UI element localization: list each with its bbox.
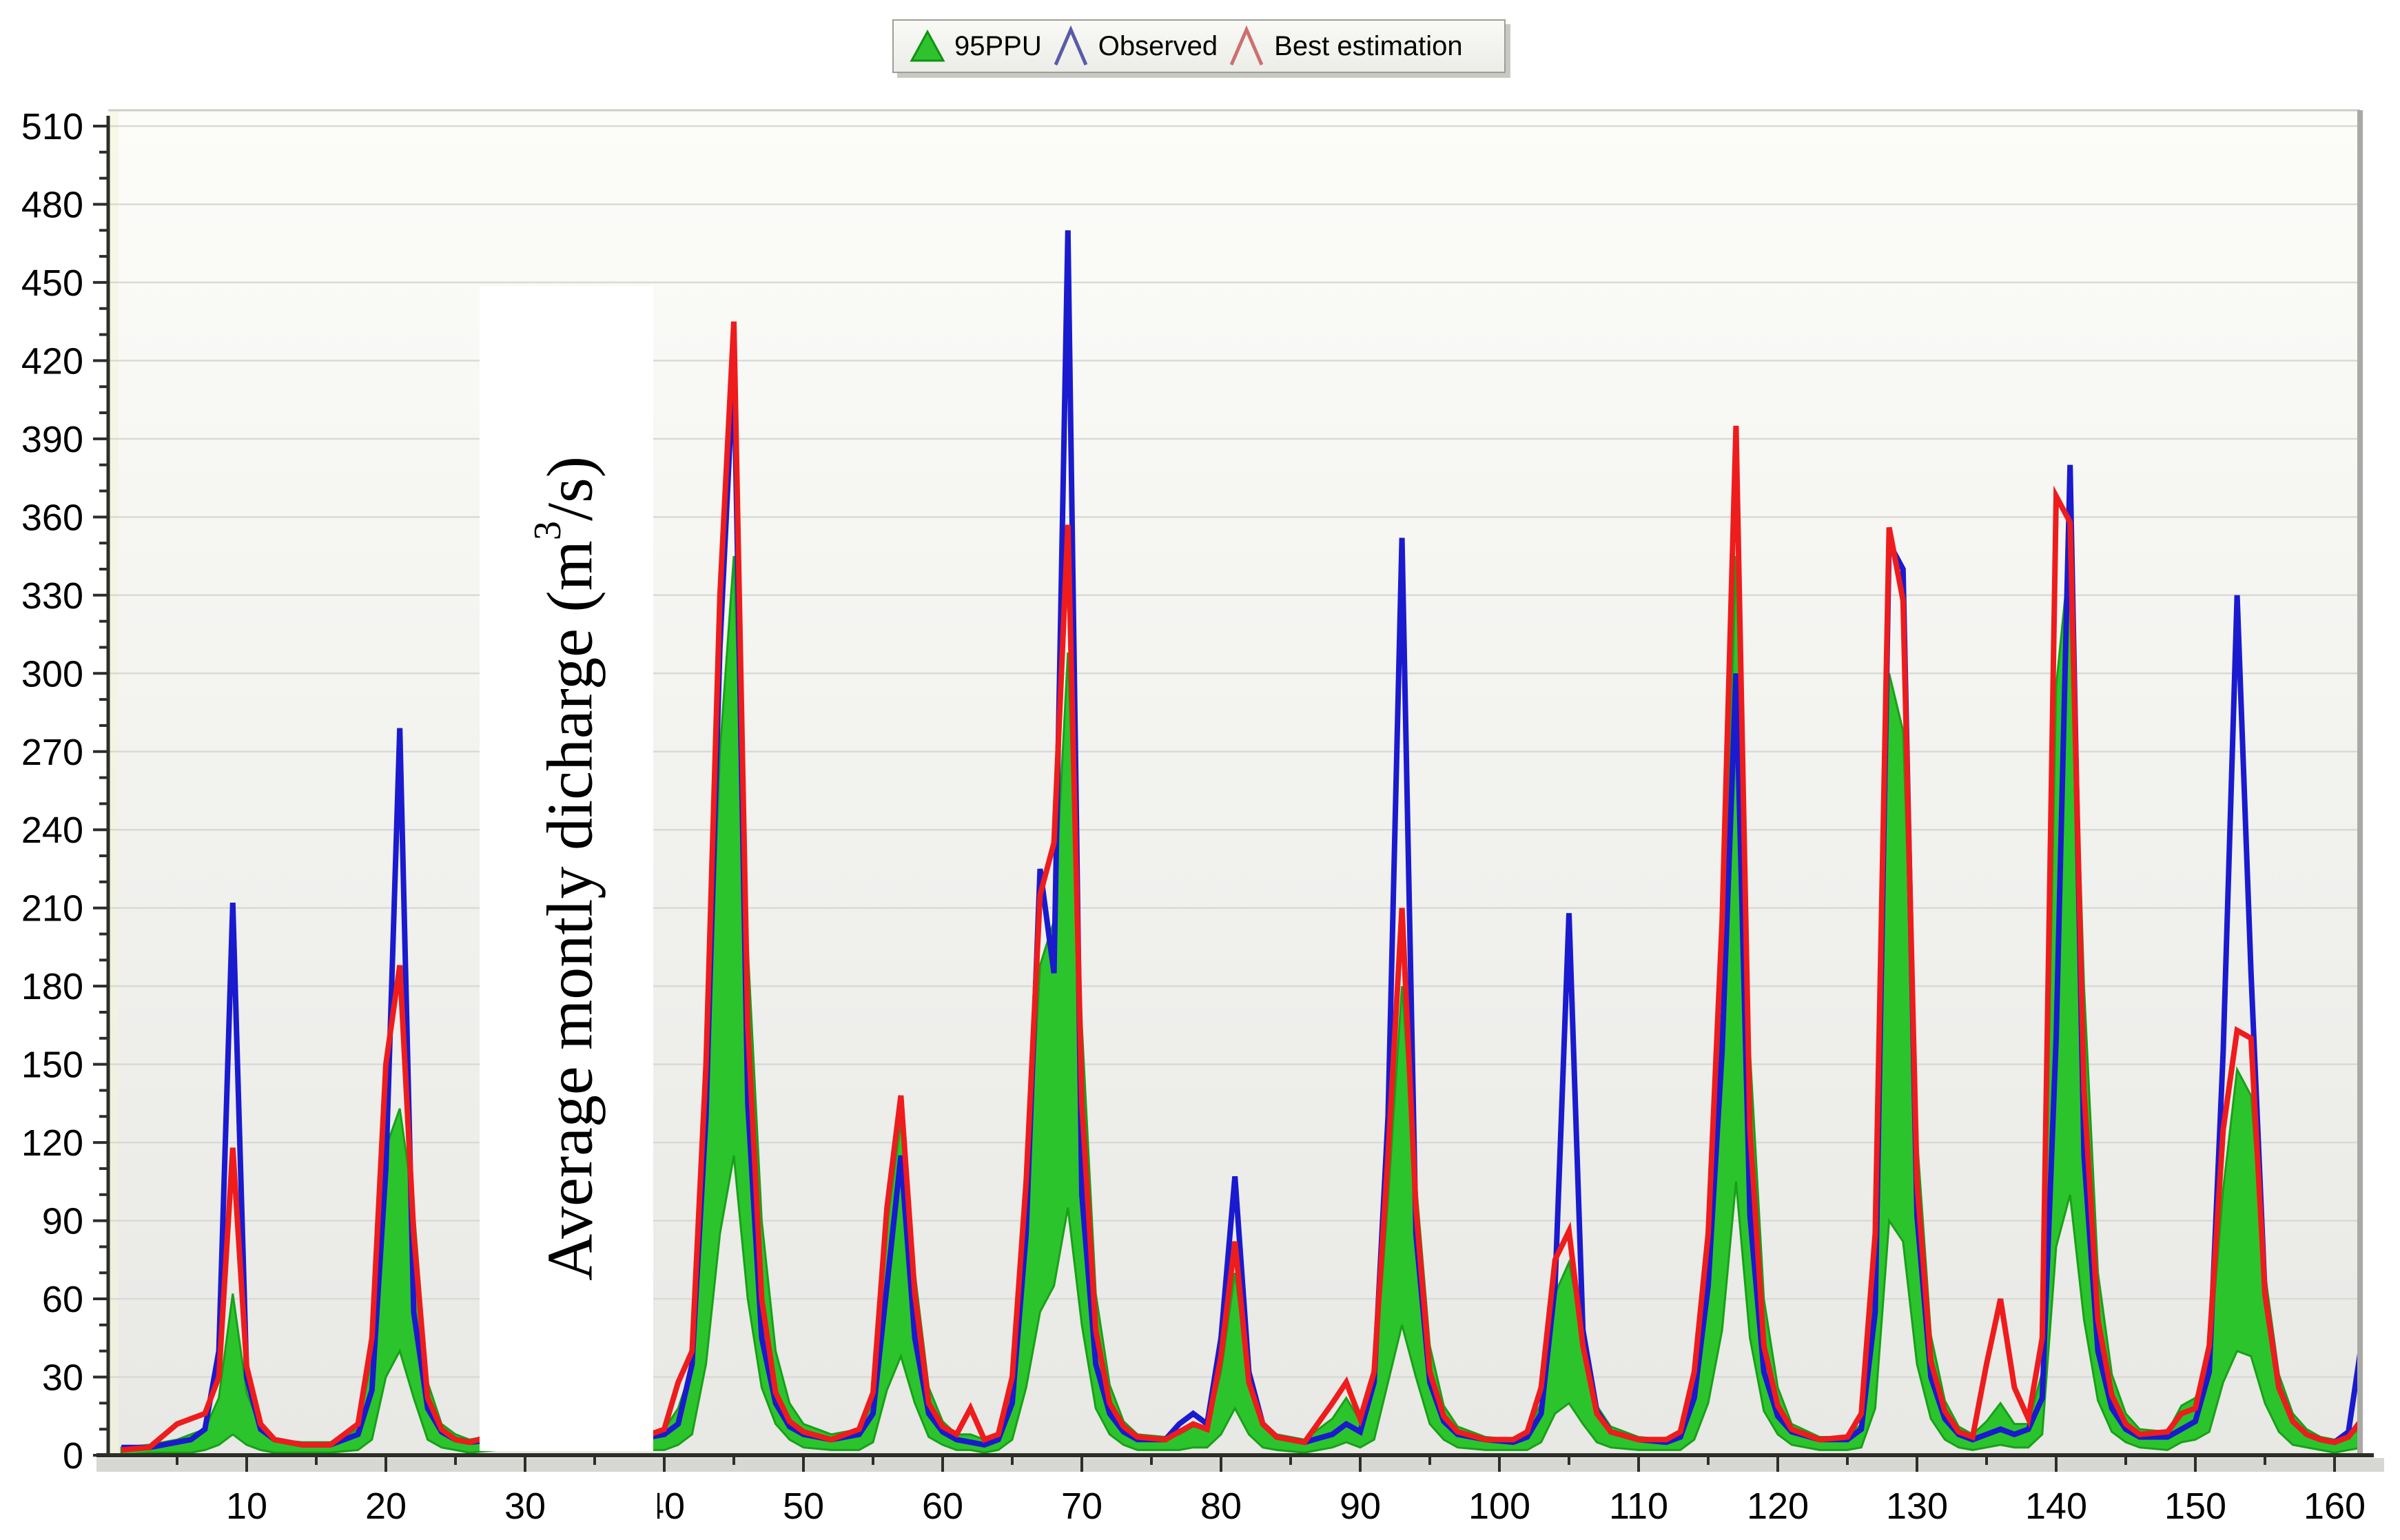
y-tick-label: 510 — [21, 106, 83, 147]
legend-item-best-estimation: Best estimation — [1227, 25, 1462, 67]
label-clip-patch — [634, 1475, 657, 1530]
y-tick-group: 0 30 60 90 120 150 180 210 240 270 300 330 360 390 420… — [21, 106, 108, 1477]
x-tick-label: 130 — [1886, 1486, 1948, 1527]
y-tick-label: 180 — [21, 966, 83, 1007]
legend-item-observed: Observed — [1052, 25, 1218, 67]
x-tick-label: 70 — [1061, 1486, 1102, 1527]
axis-shadow-band — [96, 1458, 2384, 1472]
x-tick-label: 80 — [1200, 1486, 1242, 1527]
y-tick-label: 0 — [63, 1435, 83, 1477]
y-tick-label: 300 — [21, 653, 83, 695]
y-tick-label: 450 — [21, 263, 83, 304]
chart-window: 0306090120150180210240270300330360390420… — [0, 0, 2400, 1540]
x-tick-label: 60 — [922, 1486, 963, 1527]
legend-label: Observed — [1098, 31, 1218, 62]
y-tick-label: 240 — [21, 810, 83, 851]
observed-caret-icon — [1052, 25, 1090, 67]
ppu-band-icon — [909, 29, 946, 63]
legend: 95PPU Observed Best estimation — [892, 19, 1506, 73]
y-tick-label: 150 — [21, 1045, 83, 1086]
plot-left-tint — [110, 110, 119, 1455]
y-tick-label: 270 — [21, 732, 83, 773]
y-tick-label: 480 — [21, 184, 83, 225]
y-tick-label: 420 — [21, 340, 83, 382]
y-axis-title-suffix: /s) — [534, 456, 606, 521]
best-estimation-caret-icon — [1227, 25, 1266, 67]
x-tick-label: 140 — [2025, 1486, 2087, 1527]
y-axis-title: Average montly dicharge (m3/s) — [526, 456, 607, 1281]
x-tick-label: 150 — [2164, 1486, 2226, 1527]
x-tick-label: 50 — [783, 1486, 824, 1527]
x-tick-label: 120 — [1747, 1486, 1809, 1527]
x-tick-label: 110 — [1609, 1486, 1668, 1527]
y-tick-label: 60 — [42, 1279, 83, 1320]
y-axis-title-text: Average montly dicharge (m — [534, 540, 606, 1281]
y-axis-title-sup: 3 — [526, 521, 569, 540]
y-axis-title-overlay: Average montly dicharge (m3/s) — [480, 286, 653, 1451]
y-tick-label: 30 — [42, 1357, 83, 1399]
y-tick-label: 90 — [42, 1201, 83, 1242]
legend-label: 95PPU — [954, 31, 1042, 62]
y-tick-label: 390 — [21, 419, 83, 460]
x-tick-label: 100 — [1468, 1486, 1530, 1527]
x-tick-label: 10 — [226, 1486, 267, 1527]
y-tick-label: 120 — [21, 1122, 83, 1164]
y-tick-label: 360 — [21, 497, 83, 538]
discharge-chart: 0306090120150180210240270300330360390420… — [0, 0, 2400, 1540]
legend-label: Best estimation — [1274, 31, 1462, 62]
y-tick-label: 330 — [21, 575, 83, 617]
legend-item-95ppu: 95PPU — [909, 29, 1042, 63]
x-tick-label: 90 — [1340, 1486, 1381, 1527]
x-tick-label: 30 — [504, 1486, 546, 1527]
y-tick-label: 210 — [21, 888, 83, 930]
x-tick-label: 20 — [365, 1486, 407, 1527]
x-tick-label: 160 — [2304, 1486, 2366, 1527]
